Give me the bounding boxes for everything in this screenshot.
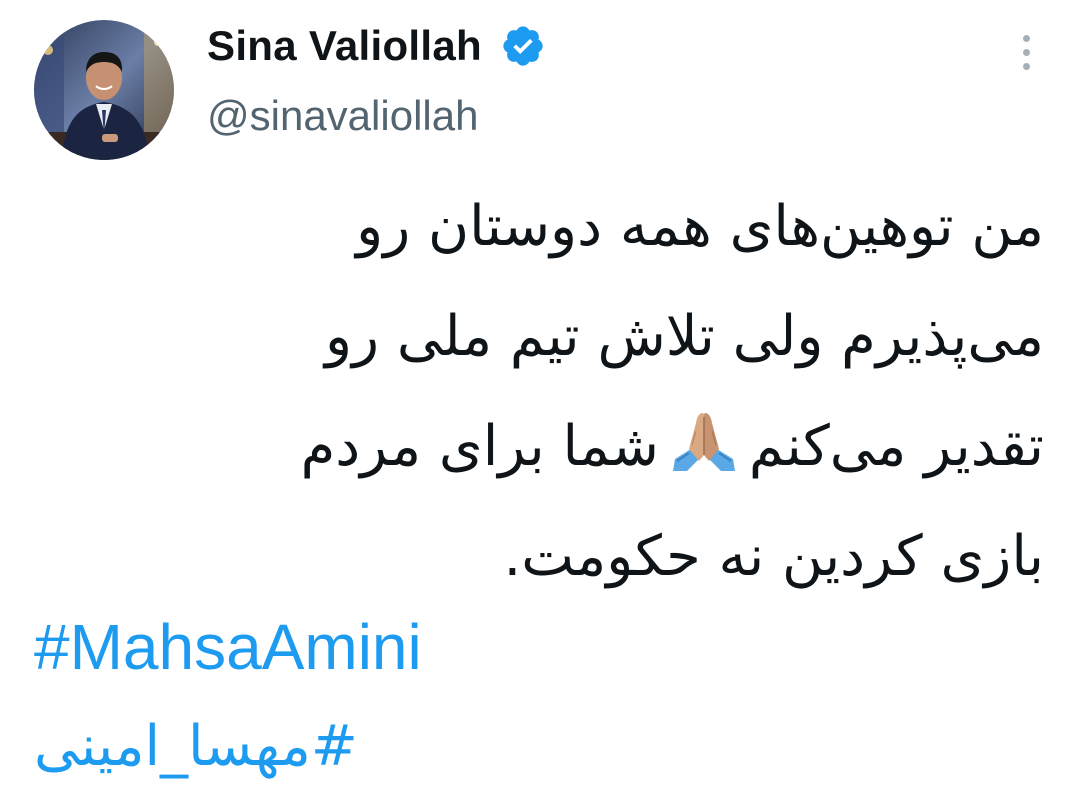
avatar[interactable] [34,20,174,160]
hashtag-link[interactable]: #مهسا_امینی [34,714,358,779]
verified-badge-icon [500,23,546,69]
tweet-line-segment: شما برای مردم [300,414,659,479]
tweet-text: من توهین‌های همه دوستان رو می‌پذیرم ولی … [34,172,1044,612]
tweet-line: تقدیر می‌کنم شما برای مردم [34,392,1044,502]
tweet-line-segment: تقدیر می‌کنم [748,414,1044,479]
folded-hands-icon [669,409,739,473]
more-options-button[interactable] [1006,30,1046,74]
tweet-line: می‌پذیرم ولی تلاش تیم ملی رو [324,304,1044,369]
author-handle[interactable]: @sinavaliollah [207,92,478,140]
more-vertical-icon [1022,34,1030,42]
avatar-image [34,20,174,160]
author-display-name[interactable]: Sina Valiollah [207,22,482,70]
tweet-card: Sina Valiollah @sinavaliollah من توهین‌ه… [0,0,1080,808]
more-vertical-icon-dot [1022,62,1030,70]
tweet-line: بازی کردین نه حکومت. [503,524,1044,589]
more-vertical-icon-dot [1022,48,1030,56]
author-name-row: Sina Valiollah [207,16,546,76]
tweet-line: من توهین‌های همه دوستان رو [356,194,1044,259]
hashtag-link[interactable]: #MahsaAmini [34,610,422,684]
